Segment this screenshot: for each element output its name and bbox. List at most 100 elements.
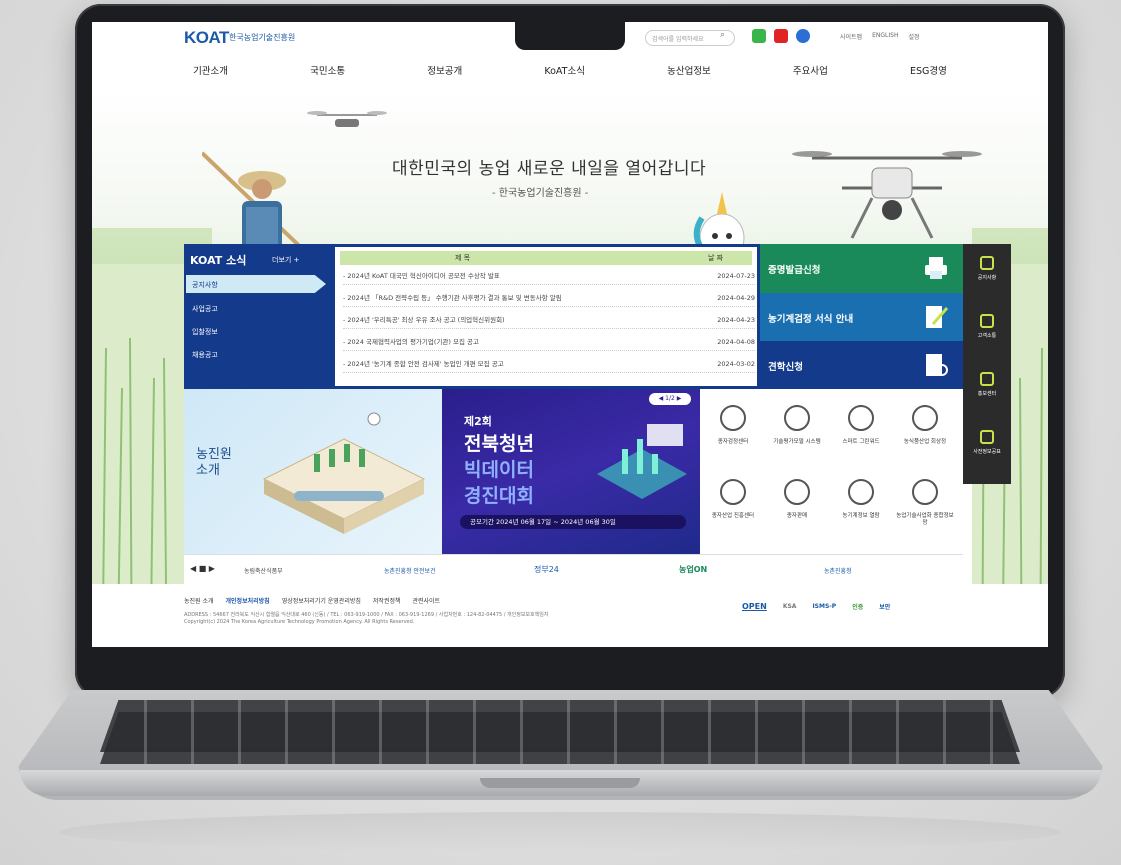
service-seed-industry[interactable]: 종자산업 진흥센터 — [702, 479, 764, 520]
news-more-link[interactable]: 더보기 + — [272, 255, 299, 265]
drone-image — [792, 151, 982, 239]
news-list: 제 목 날 짜 - 2024년 KoAT 대국민 혁신아이디어 공모전 수상작 … — [332, 244, 760, 389]
news-row[interactable]: - 2024 국제협력사업의 평가기업(기관) 모집 공고 2024-04-08 — [343, 333, 755, 351]
side-item-communication[interactable]: 고객소통 — [963, 314, 1011, 339]
footer-link-copyright[interactable]: 저작권정책 — [373, 596, 401, 605]
reflection — [60, 812, 1060, 852]
service-label: 종자판매 — [786, 513, 808, 519]
service-commercialization[interactable]: 농업기술사업화 종합정보망 — [894, 479, 956, 527]
service-machinery-info[interactable]: 농기계정보 열람 — [830, 479, 892, 520]
side-item-disclosure[interactable]: 사전정보공표 — [963, 430, 1011, 455]
small-drone-image — [307, 111, 387, 127]
service-seed-testing[interactable]: 종자검정센터 — [702, 405, 764, 446]
related-site-link[interactable]: 농림축산식품부 — [244, 566, 283, 575]
footer-link-cctv[interactable]: 영상정보처리기기 운영관리방침 — [282, 596, 361, 605]
copyright-text: Copyright(c) 2024 The Korea Agriculture … — [184, 619, 415, 625]
news-title[interactable]: - 2024년 '우리특공' 최상 우유 조사 공고 (의업혁신위원회) — [343, 316, 505, 324]
certificate-request-button[interactable]: 증명발급신청 — [760, 244, 963, 293]
footer-link-related[interactable]: 관련사이트 — [413, 596, 441, 605]
service-label: 종자산업 진흥센터 — [711, 513, 755, 519]
plant-icon — [848, 405, 874, 431]
settings-link[interactable]: 설정 — [908, 32, 919, 41]
sprout-icon — [784, 479, 810, 505]
news-title[interactable]: - 2024 국제협력사업의 평가기업(기관) 모집 공고 — [343, 338, 479, 346]
banner-line1: 제2회 — [464, 415, 492, 428]
footer-link-privacy[interactable]: 개인정보처리방침 — [226, 596, 270, 605]
laptop-opening-notch — [480, 778, 640, 788]
nav-item-esg[interactable]: ESG경영 — [910, 56, 947, 88]
document-icon — [784, 405, 810, 431]
service-seed-sales[interactable]: 종자판매 — [766, 479, 828, 520]
news-tab-bid[interactable]: 입찰정보 — [192, 327, 218, 337]
news-date: 2024-03-02 — [717, 360, 755, 368]
english-link[interactable]: ENGLISH — [872, 32, 898, 41]
news-tab-business[interactable]: 사업공고 — [192, 304, 218, 314]
intro-label-line2: 소개 — [196, 463, 220, 478]
related-site-link[interactable]: 농업ON — [679, 564, 707, 575]
megaphone-icon — [980, 256, 994, 270]
news-section-title: KOAT 소식 — [190, 254, 247, 267]
news-row[interactable]: - 2024년 '농기계 종합 안전 검사제' 농업인 개편 모집 공고 202… — [343, 355, 755, 373]
lock-icon: 보안 — [879, 604, 891, 611]
news-title[interactable]: - 2024년 '농기계 종합 안전 검사제' 농업인 개편 모집 공고 — [343, 360, 504, 368]
news-tab-notice[interactable]: 공지사항 — [186, 275, 326, 293]
related-site-link[interactable]: 정부24 — [534, 564, 559, 575]
related-site-link[interactable]: 농촌진흥청 안전보건 — [384, 566, 436, 575]
address-text: ADDRESS : 54667 전라북도 익산시 함열읍 익산대로 460 (신… — [184, 612, 549, 618]
banner-line4: 경진대회 — [464, 485, 534, 507]
utility-icons — [752, 29, 810, 43]
footer: 농진원 소개 개인정보처리방침 영상정보처리기기 운영관리방침 저작권정책 관련… — [92, 584, 1048, 647]
news-row[interactable]: - 2024년 「R&D 전략수립 등」 수행기관 사후평가 결과 통보 및 변… — [343, 289, 755, 307]
service-label: 농기계정보 열람 — [842, 513, 880, 519]
sitemap-link[interactable]: 사이트맵 — [840, 32, 862, 41]
tour-request-button[interactable]: 견학신청 — [760, 341, 963, 389]
ksa-mark: KSA — [782, 603, 797, 610]
intro-label-line1: 농진원 — [196, 447, 232, 462]
banner-line3: 빅데이터 — [464, 459, 534, 481]
nav-item-about[interactable]: 기관소개 — [193, 56, 228, 88]
news-date: 2024-04-08 — [717, 338, 755, 346]
intro-card[interactable]: 농진원 소개 — [184, 389, 442, 554]
side-item-notice[interactable]: 공지사항 — [963, 256, 1011, 281]
seed-icon — [720, 405, 746, 431]
utility-links: 사이트맵 ENGLISH 설정 — [840, 32, 920, 41]
footer-link-about[interactable]: 농진원 소개 — [184, 596, 214, 605]
nav-item-business[interactable]: 주요사업 — [793, 56, 828, 88]
document-edit-icon — [926, 306, 949, 328]
nav-item-communication[interactable]: 국민소통 — [310, 56, 345, 88]
service-smart-green[interactable]: 스마트 그린워드 — [830, 405, 892, 446]
blog-icon[interactable] — [752, 29, 766, 43]
nav-item-industry[interactable]: 농산업정보 — [667, 56, 711, 88]
news-title[interactable]: - 2024년 KoAT 대국민 혁신아이디어 공모전 수상작 발표 — [343, 272, 500, 280]
quick-label: 증명발급신청 — [768, 265, 821, 276]
document-search-icon — [926, 354, 948, 376]
nav-item-disclosure[interactable]: 정보공개 — [427, 56, 462, 88]
search-icon[interactable]: ⌕ — [720, 30, 725, 40]
service-label: 종자검정센터 — [717, 439, 749, 445]
machinery-form-guide-button[interactable]: 농기계검정 서식 안내 — [760, 293, 963, 341]
banner-controls[interactable]: ◀ ■ ▶ — [190, 564, 215, 573]
nav-item-news[interactable]: KoAT소식 — [544, 56, 585, 88]
news-row[interactable]: - 2024년 '우리특공' 최상 우유 조사 공고 (의업혁신위원회) 202… — [343, 311, 755, 329]
service-grid: 종자검정센터 기술평가모델 시스템 스마트 그린워드 농식품산업 회상정 종자산… — [700, 389, 963, 554]
printer-icon — [925, 257, 947, 279]
social-icon[interactable] — [796, 29, 810, 43]
youtube-icon[interactable] — [774, 29, 788, 43]
news-row[interactable]: - 2024년 KoAT 대국민 혁신아이디어 공모전 수상작 발표 2024-… — [343, 267, 755, 285]
service-agrifood[interactable]: 농식품산업 회상정 — [894, 405, 956, 446]
site-logo[interactable]: KOAT — [184, 28, 229, 48]
banner-line2: 전북청년 — [464, 433, 534, 455]
slide-pager[interactable]: ◀ 1/2 ▶ — [649, 393, 691, 405]
service-label: 농식품산업 회상정 — [903, 439, 947, 445]
side-item-pr[interactable]: 홍보센터 — [963, 372, 1011, 397]
news-tab-recruit[interactable]: 채용공고 — [192, 350, 218, 360]
related-sites-strip: ◀ ■ ▶ 농림축산식품부 농촌진흥청 안전보건 정부24 농업ON 농촌진흥청 — [184, 554, 963, 584]
related-site-link[interactable]: 농촌진흥청 — [824, 566, 852, 575]
cert-mark: 인증 — [852, 604, 864, 611]
service-tech-evaluation[interactable]: 기술평가모델 시스템 — [766, 405, 828, 446]
open-mark[interactable]: OPEN — [742, 602, 767, 611]
news-title[interactable]: - 2024년 「R&D 전략수립 등」 수행기관 사후평가 결과 통보 및 변… — [343, 294, 562, 302]
file-icon — [980, 430, 994, 444]
bigdata-contest-banner[interactable]: ◀ 1/2 ▶ 제2회 전북청년 빅데이터 경진대회 공모기간 2024년 06… — [442, 389, 700, 554]
chat-icon — [980, 314, 994, 328]
